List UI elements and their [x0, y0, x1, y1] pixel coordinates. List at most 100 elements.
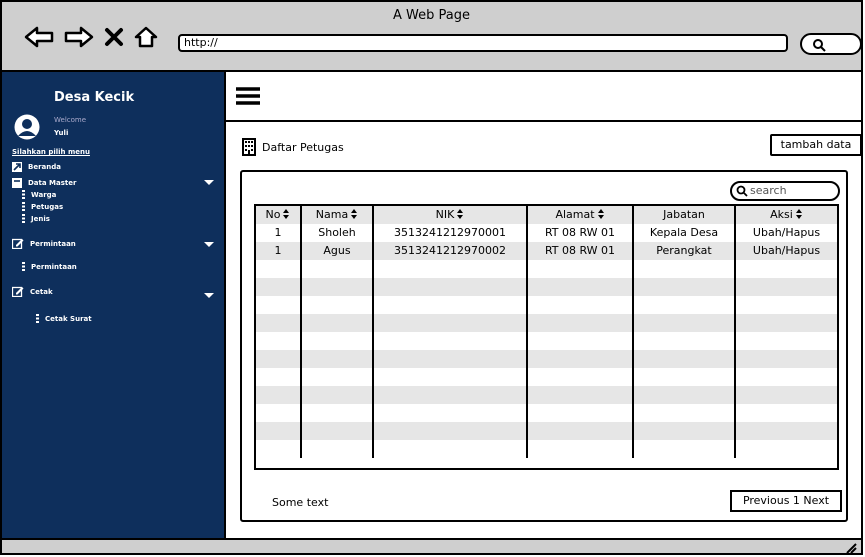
add-data-button[interactable]: tambah data	[770, 134, 861, 156]
pagination[interactable]: Previous 1 Next	[730, 490, 842, 512]
nav-buttons	[24, 26, 158, 48]
table-panel: search No Nama NIK Alamat Jabatan Aksi 1 Sholeh…	[240, 170, 848, 522]
table-cell	[256, 278, 302, 296]
column-header[interactable]: No	[256, 206, 302, 224]
list-bullet-icon	[36, 314, 39, 324]
sidebar-item-cetak-surat[interactable]: Cetak Surat	[36, 314, 92, 324]
search-icon	[813, 39, 826, 52]
table-row	[256, 368, 837, 386]
table-cell	[736, 386, 837, 404]
sidebar-item-permintaan-sub[interactable]: Permintaan	[22, 262, 77, 272]
sidebar-item-cetak[interactable]: Cetak	[12, 286, 53, 297]
table-row	[256, 440, 837, 458]
sidebar-item-petugas[interactable]: Petugas	[22, 202, 63, 212]
table-cell	[528, 404, 634, 422]
cell-text: Kepala Desa	[649, 226, 719, 239]
chevron-down-icon[interactable]	[204, 293, 214, 298]
sidebar-item-label: Permintaan	[30, 239, 76, 248]
table-cell	[634, 278, 736, 296]
table-cell[interactable]: Ubah/Hapus	[736, 224, 837, 242]
table-cell: 3513241212970001	[374, 224, 528, 242]
column-header[interactable]: NIK	[374, 206, 528, 224]
table-row	[256, 422, 837, 440]
chevron-down-icon[interactable]	[204, 242, 214, 247]
column-header[interactable]: Nama	[302, 206, 374, 224]
table-cell	[302, 278, 374, 296]
list-bullet-icon	[22, 214, 25, 224]
table-cell	[374, 296, 528, 314]
browser-search-button[interactable]	[800, 33, 861, 55]
table-cell	[736, 296, 837, 314]
table-cell	[302, 332, 374, 350]
table-cell	[736, 332, 837, 350]
hamburger-menu-icon[interactable]	[236, 86, 260, 106]
table-cell	[302, 314, 374, 332]
table-cell	[528, 296, 634, 314]
table-cell	[736, 350, 837, 368]
sort-icon[interactable]	[597, 209, 605, 219]
table-cell	[634, 440, 736, 458]
home-icon[interactable]	[134, 26, 158, 48]
column-header-label: Alamat	[555, 208, 595, 221]
table-row	[256, 296, 837, 314]
table-cell	[374, 314, 528, 332]
cell-text: 1	[274, 226, 282, 239]
table-cell	[528, 278, 634, 296]
table-row	[256, 278, 837, 296]
table-cell	[634, 296, 736, 314]
menu-hint: Silahkan pilih menu	[12, 148, 90, 156]
sidebar-item-label: Cetak Surat	[45, 315, 92, 323]
table-header-row: No Nama NIK Alamat Jabatan Aksi	[256, 206, 837, 226]
table-cell	[256, 422, 302, 440]
resize-grip-icon[interactable]	[845, 542, 857, 554]
chevron-down-icon[interactable]	[204, 180, 214, 185]
list-bullet-icon	[22, 190, 25, 200]
table-cell: 1	[256, 224, 302, 242]
table-search-input[interactable]: search	[730, 181, 840, 201]
column-header[interactable]: Aksi	[736, 206, 837, 224]
forward-arrow-icon[interactable]	[64, 26, 94, 48]
table-cell	[302, 422, 374, 440]
table-cell	[302, 368, 374, 386]
sort-icon[interactable]	[283, 209, 290, 219]
table-row: 1 Agus 3513241212970002 RT 08 RW 01 Perangka…	[256, 242, 837, 260]
sidebar-item-jenis[interactable]: Jenis	[22, 214, 50, 224]
edit-icon	[12, 238, 24, 249]
search-placeholder: search	[750, 184, 787, 197]
table-cell	[736, 368, 837, 386]
table-cell[interactable]: Ubah/Hapus	[736, 242, 837, 260]
close-icon[interactable]	[104, 27, 124, 47]
table-cell	[302, 440, 374, 458]
table-cell	[634, 386, 736, 404]
table-cell	[528, 422, 634, 440]
sidebar-item-warga[interactable]: Warga	[22, 190, 56, 200]
table-row	[256, 332, 837, 350]
sidebar-item-data-master[interactable]: Data Master	[12, 178, 76, 188]
column-header-label: Nama	[315, 208, 349, 221]
sidebar-item-beranda[interactable]: Beranda	[12, 162, 61, 172]
table-cell	[374, 386, 528, 404]
user-avatar-icon	[14, 114, 40, 140]
sort-icon[interactable]	[457, 209, 464, 219]
table-cell	[528, 332, 634, 350]
table-cell	[302, 296, 374, 314]
column-header[interactable]: Jabatan	[634, 206, 736, 224]
table-cell	[302, 386, 374, 404]
sidebar-item-permintaan[interactable]: Permintaan	[12, 238, 76, 249]
cell-text: Agus	[323, 244, 351, 257]
sort-icon[interactable]	[351, 209, 358, 219]
table-cell	[256, 368, 302, 386]
cell-text: Ubah/Hapus	[752, 226, 821, 239]
column-header-label: NIK	[435, 208, 455, 221]
table-cell	[256, 386, 302, 404]
table-row	[256, 404, 837, 422]
welcome-label: Welcome	[54, 116, 87, 124]
table-cell	[736, 314, 837, 332]
column-header[interactable]: Alamat	[528, 206, 634, 224]
sort-icon[interactable]	[795, 209, 803, 219]
url-input[interactable]: http://	[178, 34, 788, 52]
cell-text: Sholeh	[318, 226, 356, 239]
table-cell	[302, 260, 374, 278]
back-arrow-icon[interactable]	[24, 26, 54, 48]
table-cell: 3513241212970002	[374, 242, 528, 260]
